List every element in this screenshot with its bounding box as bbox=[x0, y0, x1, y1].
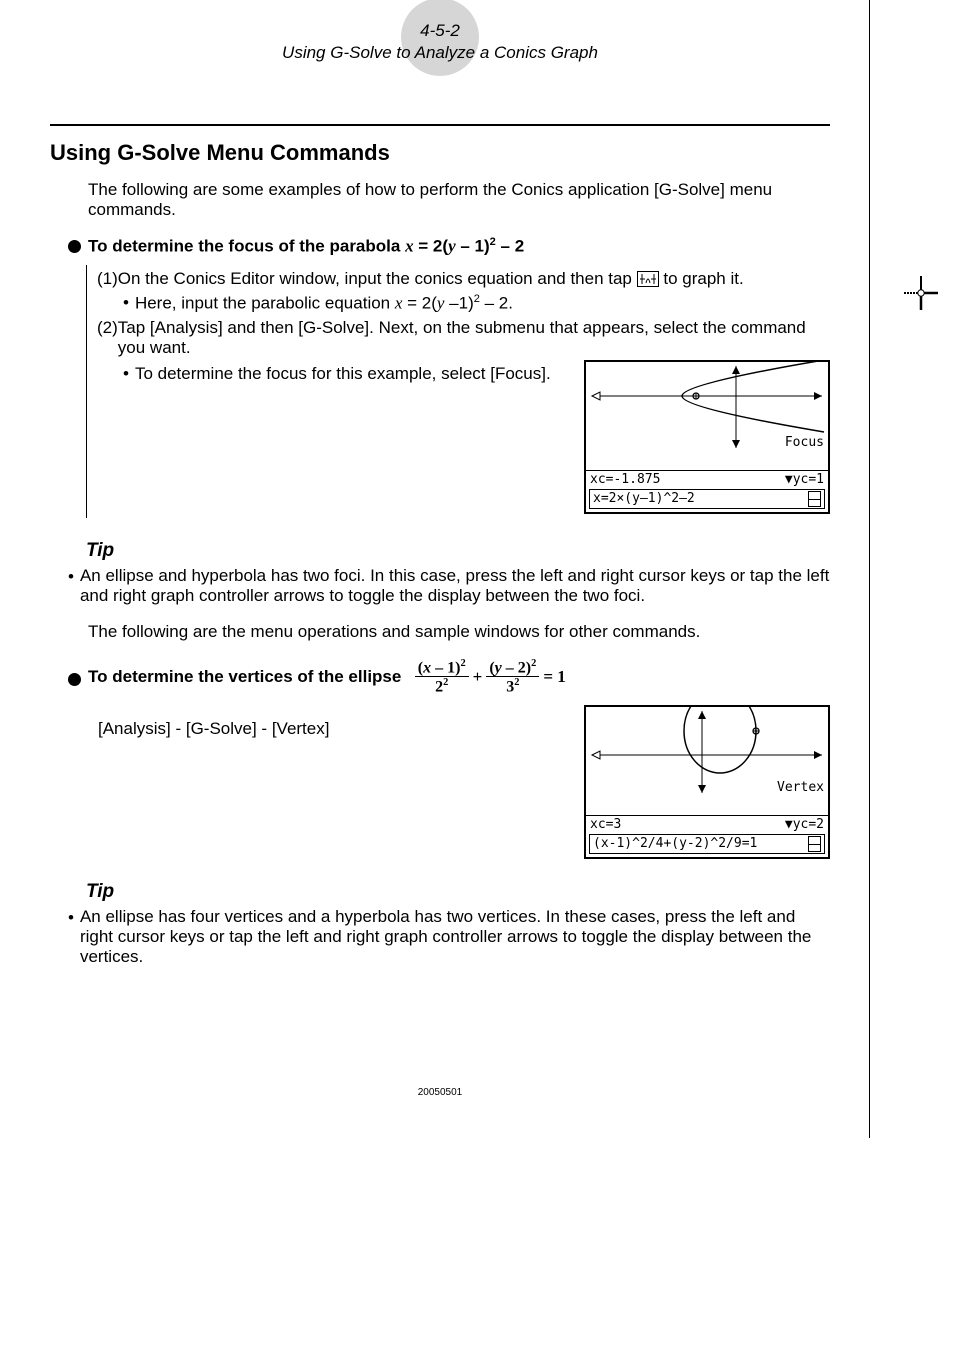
sub-bullet: • bbox=[123, 293, 129, 313]
step1-sub-a: Here, input the parabolic equation bbox=[135, 294, 395, 313]
frac2-den: 32 bbox=[486, 677, 539, 697]
tip2-body: An ellipse has four vertices and a hyper… bbox=[80, 907, 830, 967]
task2-menu-path: [Analysis] - [G-Solve] - [Vertex] bbox=[98, 719, 584, 739]
calc1-yc-wrap: ▼yc=1 bbox=[785, 472, 824, 487]
calc2-yc-wrap: ▼yc=2 bbox=[785, 817, 824, 832]
step1-sub: • Here, input the parabolic equation x =… bbox=[123, 293, 830, 314]
task2-text: To determine the vertices of the ellipse… bbox=[88, 658, 566, 697]
frac1-den: 22 bbox=[415, 677, 469, 697]
calc-screenshot-vertex: Vertex xc=3 ▼yc=2 (x-1)^2/4+(y-2)^2/9=1 bbox=[584, 705, 830, 859]
step1-body: On the Conics Editor window, input the c… bbox=[118, 269, 830, 289]
calc1-label-text: Focus bbox=[785, 435, 824, 450]
tip1-body-row: • An ellipse and hyperbola has two foci.… bbox=[68, 566, 830, 606]
calc1-status: xc=-1.875 ▼yc=1 bbox=[586, 470, 828, 488]
task1-heading: To determine the focus of the parabola x… bbox=[68, 236, 830, 257]
mid-paragraph: The following are the menu operations an… bbox=[88, 622, 830, 642]
step1-row: (1) On the Conics Editor window, input t… bbox=[97, 269, 830, 289]
page-header: 4-5-2 Using G-Solve to Analyze a Conics … bbox=[50, 20, 830, 64]
calc1-expr: x=2×(y–1)^2–2 bbox=[593, 491, 695, 506]
tip-bullet: • bbox=[68, 908, 74, 928]
calc1-xc: xc=-1.875 bbox=[590, 472, 660, 487]
frac2-num: (y – 2)2 bbox=[486, 658, 539, 678]
task1-eq-b: – 1) bbox=[456, 237, 490, 256]
task1-eq-a: = 2( bbox=[414, 237, 449, 256]
spinner-icon bbox=[808, 491, 821, 507]
task2-lead: To determine the vertices of the ellipse bbox=[88, 667, 401, 687]
bullet-icon bbox=[68, 240, 81, 253]
footer-code: 20050501 bbox=[50, 1087, 830, 1098]
section-rule bbox=[50, 124, 830, 126]
step1-sub-t: –1) bbox=[444, 294, 473, 313]
task2-frac2: (y – 2)2 32 bbox=[486, 658, 539, 697]
tip1-heading: Tip bbox=[86, 540, 830, 562]
calc1-plot: Focus bbox=[586, 362, 828, 470]
spinner-icon bbox=[808, 836, 821, 852]
step2-row: (2) Tap [Analysis] and then [G-Solve]. N… bbox=[97, 318, 830, 358]
task1-text: To determine the focus of the parabola x… bbox=[88, 236, 524, 257]
tip2-heading: Tip bbox=[86, 881, 830, 903]
task1-steps: (1) On the Conics Editor window, input t… bbox=[86, 265, 830, 518]
tip1-body: An ellipse and hyperbola has two foci. I… bbox=[80, 566, 830, 606]
task1-lead: To determine the focus of the parabola bbox=[88, 237, 405, 256]
step1-sub-end: – 2. bbox=[480, 294, 513, 313]
step1-num: (1) bbox=[97, 269, 118, 289]
calc2-status: xc=3 ▼yc=2 bbox=[586, 815, 828, 833]
task2-tail: = 1 bbox=[543, 667, 565, 687]
task1-eq-y: y bbox=[448, 237, 456, 256]
tip2-body-row: • An ellipse has four vertices and a hyp… bbox=[68, 907, 830, 967]
step1-sub-body: Here, input the parabolic equation x = 2… bbox=[135, 293, 513, 314]
bullet-icon bbox=[68, 673, 81, 686]
calc2-yc: yc=2 bbox=[793, 817, 824, 832]
intro-paragraph: The following are some examples of how t… bbox=[88, 180, 830, 220]
task2-heading: To determine the vertices of the ellipse… bbox=[68, 658, 830, 697]
calc1-yc: yc=1 bbox=[793, 472, 824, 487]
task1-eq-c: – 2 bbox=[496, 237, 524, 256]
crop-mark-icon bbox=[904, 276, 938, 315]
task2-plus: + bbox=[473, 667, 483, 687]
task2-frac1: (x – 1)2 22 bbox=[415, 658, 469, 697]
calc-screenshot-focus: Focus xc=-1.875 ▼yc=1 x=2×(y–1)^2–2 bbox=[584, 360, 830, 514]
right-margin-rule bbox=[869, 0, 870, 1138]
calc2-expr: (x-1)^2/4+(y-2)^2/9=1 bbox=[593, 836, 757, 851]
step1-sub-m: = 2( bbox=[402, 294, 437, 313]
calc1-expr-row: x=2×(y–1)^2–2 bbox=[589, 489, 825, 509]
step1-tail: to graph it. bbox=[659, 269, 744, 288]
calc2-plot: Vertex bbox=[586, 707, 828, 815]
step2-text: Tap [Analysis] and then [G-Solve]. Next,… bbox=[118, 318, 830, 358]
tip-bullet: • bbox=[68, 567, 74, 587]
task1-eq-x: x bbox=[405, 237, 414, 256]
calc2-expr-row: (x-1)^2/4+(y-2)^2/9=1 bbox=[589, 834, 825, 854]
graph-icon bbox=[637, 271, 659, 287]
header-page-number: 4-5-2 bbox=[50, 20, 830, 42]
calc2-xc: xc=3 bbox=[590, 817, 621, 832]
sub-bullet: • bbox=[123, 364, 129, 384]
step2-num: (2) bbox=[97, 318, 118, 338]
frac1-num: (x – 1)2 bbox=[415, 658, 469, 678]
section-heading: Using G-Solve Menu Commands bbox=[50, 140, 830, 166]
step2-sub: • To determine the focus for this exampl… bbox=[123, 364, 584, 384]
step1-text: On the Conics Editor window, input the c… bbox=[118, 269, 637, 288]
calc2-label-text: Vertex bbox=[777, 780, 824, 795]
header-title: Using G-Solve to Analyze a Conics Graph bbox=[50, 42, 830, 64]
step2-sub-text: To determine the focus for this example,… bbox=[135, 364, 551, 384]
page: 4-5-2 Using G-Solve to Analyze a Conics … bbox=[10, 0, 870, 1138]
